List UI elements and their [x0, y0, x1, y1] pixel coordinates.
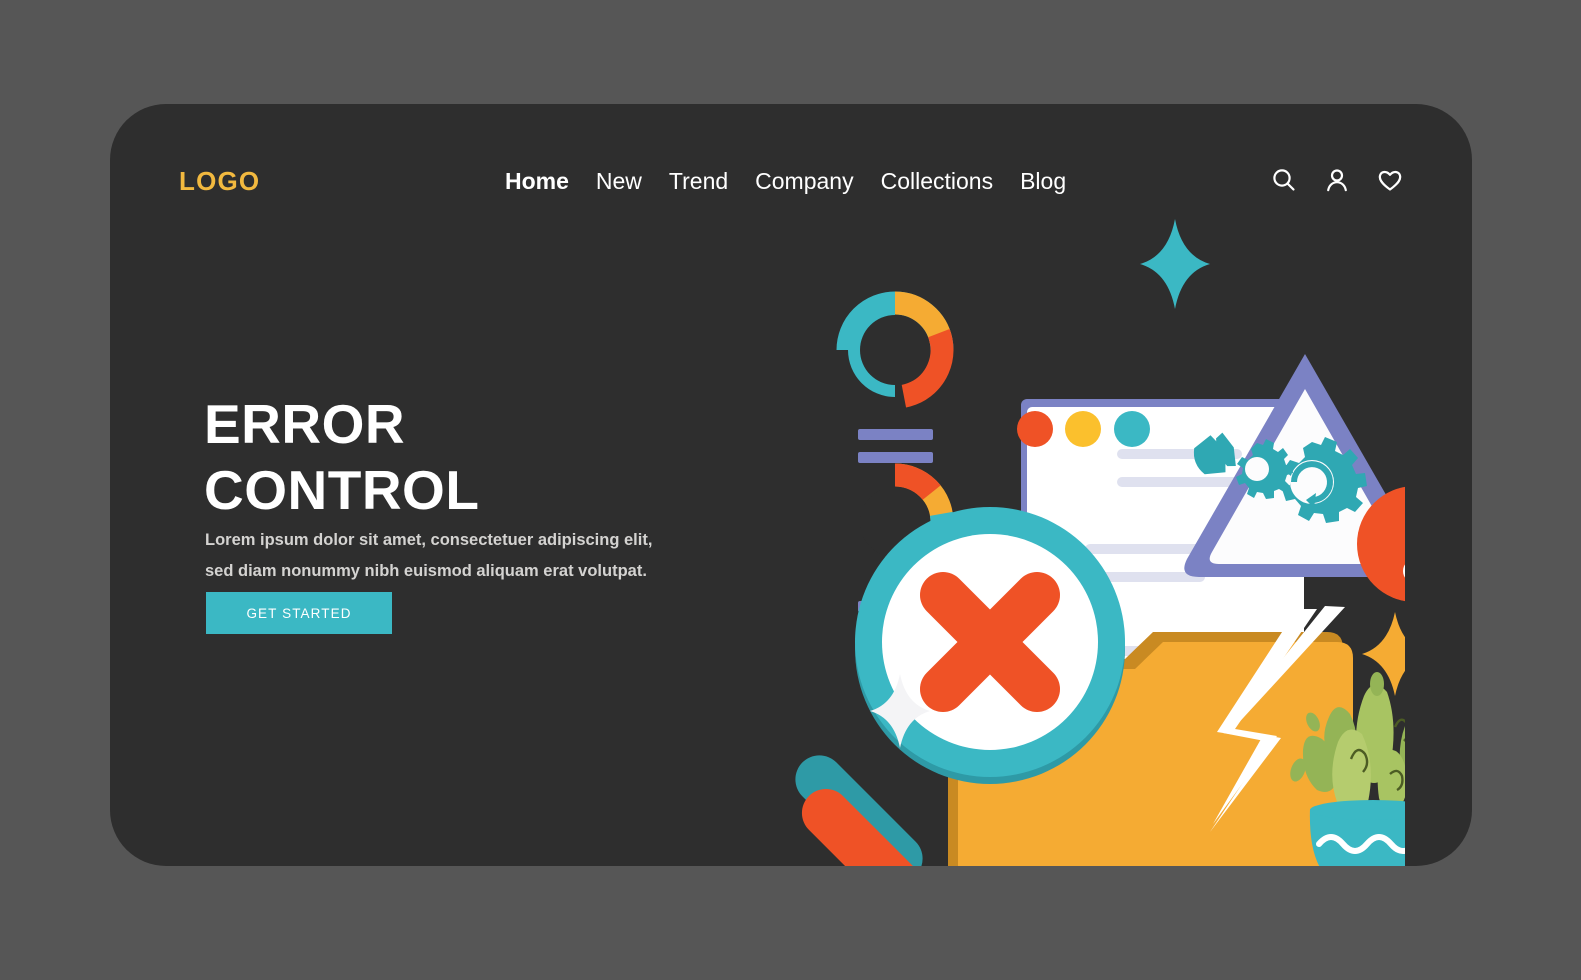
search-icon[interactable] [1270, 166, 1298, 194]
cactus-pot [1309, 800, 1405, 866]
error-control-illustration [705, 214, 1405, 866]
donut-chart-top [836, 291, 954, 409]
doc-dot-teal [1114, 411, 1150, 447]
hero-card: LOGO Home New Trend Company Collections … [110, 104, 1472, 866]
header-icon-group [1270, 166, 1404, 194]
sparkle-teal-icon [1140, 219, 1210, 309]
user-icon[interactable] [1323, 166, 1351, 194]
nav-item-company[interactable]: Company [755, 168, 853, 195]
bar-lines-top [858, 429, 933, 463]
get-started-button[interactable]: GET STARTED [206, 592, 392, 634]
magnifier-handle [795, 755, 923, 866]
heart-icon[interactable] [1376, 166, 1404, 194]
doc-dot-yellow [1065, 411, 1101, 447]
hero-body-text: Lorem ipsum dolor sit amet, consectetuer… [205, 531, 653, 580]
main-navigation: Home New Trend Company Collections Blog [505, 168, 1066, 195]
nav-item-new[interactable]: New [596, 168, 642, 195]
nav-item-blog[interactable]: Blog [1020, 168, 1066, 195]
nav-item-home[interactable]: Home [505, 168, 569, 195]
nav-item-collections[interactable]: Collections [881, 168, 994, 195]
page-title-line-2: CONTROL [204, 459, 480, 521]
doc-dot-orange [1017, 411, 1053, 447]
page-title: ERROR CONTROL [204, 391, 479, 523]
page-title-line-1: ERROR [204, 393, 406, 455]
page-root: LOGO Home New Trend Company Collections … [0, 0, 1581, 980]
logo[interactable]: LOGO [179, 166, 260, 197]
nav-item-trend[interactable]: Trend [669, 168, 728, 195]
